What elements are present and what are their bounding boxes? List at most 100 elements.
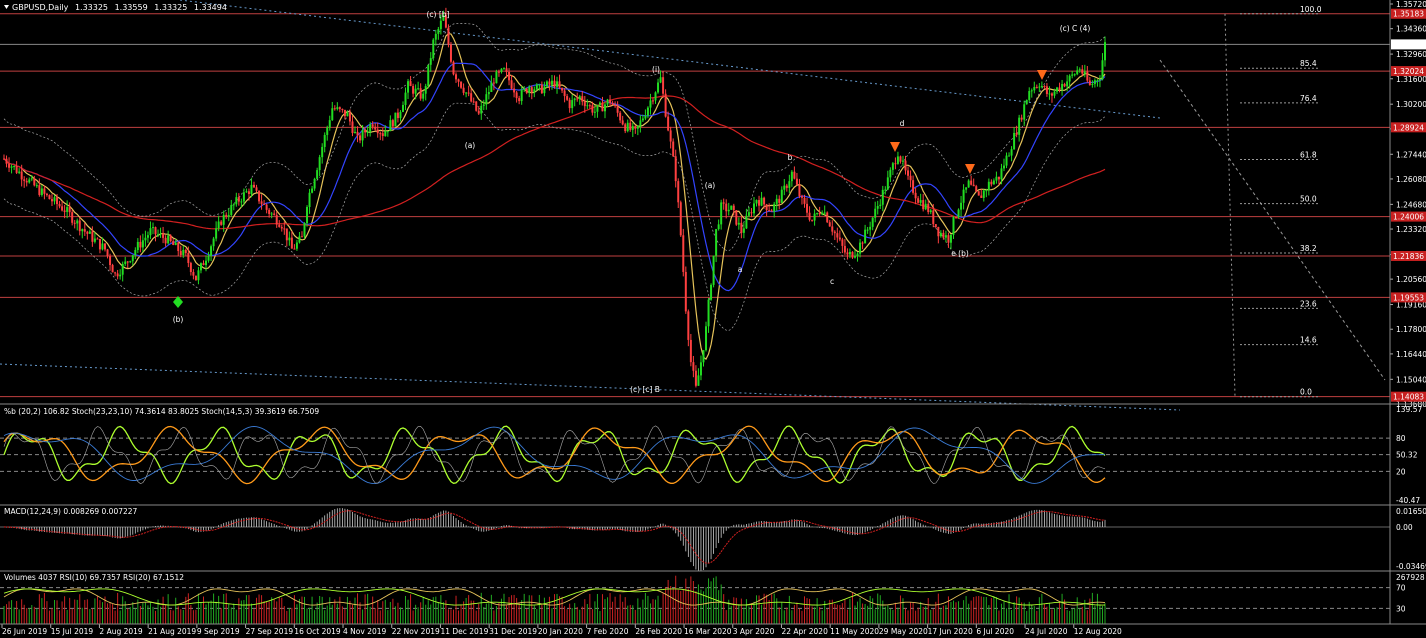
- candle-body: [217, 221, 220, 229]
- candle-body: [222, 214, 225, 225]
- candle-body: [227, 214, 230, 217]
- candle-body: [169, 235, 172, 242]
- candle-body: [639, 120, 642, 126]
- wave-label: d: [900, 119, 905, 128]
- candle-body: [732, 205, 735, 211]
- candle-body: [843, 245, 846, 253]
- candle-body: [939, 232, 942, 237]
- candle-body: [379, 133, 382, 135]
- fib-label: 0.0: [1300, 388, 1312, 397]
- candle-body: [513, 88, 516, 93]
- candle-body: [775, 198, 778, 204]
- candle-body: [646, 107, 649, 116]
- candle-body: [616, 106, 619, 113]
- candle-body: [710, 284, 713, 300]
- candle-body: [800, 196, 803, 198]
- candle-body: [975, 186, 978, 192]
- candle-body: [957, 209, 960, 218]
- candle-body: [1068, 75, 1071, 82]
- candle-body: [250, 184, 253, 194]
- candle-body: [311, 188, 314, 193]
- candle-body: [306, 207, 309, 224]
- candle-body: [5, 158, 8, 164]
- candle-body: [848, 251, 851, 255]
- candle-body: [1043, 85, 1046, 87]
- candle-body: [889, 169, 892, 178]
- time-label: 31 Dec 2019: [489, 627, 537, 636]
- candle-body: [778, 198, 781, 203]
- candle-body: [293, 248, 296, 250]
- macd-title: MACD(12,24,9) 0.008269 0.007227: [4, 507, 138, 516]
- candle-body: [1048, 93, 1051, 95]
- candle-body: [611, 102, 614, 105]
- candle-body: [43, 188, 46, 194]
- candle-body: [909, 175, 912, 181]
- candle-body: [1028, 91, 1031, 100]
- candle-body: [962, 189, 965, 203]
- candle-body: [742, 228, 745, 233]
- candle-body: [1086, 71, 1089, 81]
- candle-body: [707, 299, 710, 327]
- candle-body: [745, 215, 748, 229]
- candle-body: [20, 171, 23, 180]
- candle-body: [836, 233, 839, 238]
- stoch-axis-label: 80: [1396, 434, 1406, 443]
- trading-chart[interactable]: 100.0 85.4 76.4 61.8 50.0 38.2 23.6 14.6 0.0 (c)…: [0, 0, 1426, 638]
- candle-body: [972, 184, 975, 187]
- candle-body: [502, 68, 505, 70]
- candle-body: [318, 157, 321, 171]
- candle-body: [727, 209, 730, 212]
- wave-label: b: [788, 153, 793, 162]
- candle-body: [740, 222, 743, 233]
- candle-body: [634, 126, 637, 129]
- candle-body: [28, 179, 31, 183]
- candle-body: [1050, 93, 1053, 96]
- candle-body: [525, 88, 528, 93]
- candle-body: [1093, 80, 1096, 84]
- time-label: 15 Jul 2019: [51, 627, 94, 636]
- candle-body: [977, 191, 980, 196]
- candle-body: [500, 68, 503, 73]
- candle-body: [598, 102, 601, 105]
- candle-body: [1038, 86, 1041, 88]
- volume-axis-label: 30: [1396, 604, 1406, 613]
- candle-body: [866, 229, 869, 231]
- candle-body: [328, 120, 331, 128]
- candle-body: [98, 238, 101, 250]
- candle-body: [56, 197, 59, 205]
- fib-label: 85.4: [1300, 59, 1317, 68]
- candle-body: [240, 201, 243, 203]
- volume-axis-label: 70: [1396, 584, 1406, 593]
- candle-body: [199, 263, 202, 271]
- candle-body: [758, 200, 761, 206]
- candle-body: [894, 163, 897, 165]
- candle-body: [106, 249, 109, 256]
- time-label: 12 Aug 2020: [1074, 627, 1122, 636]
- candle-body: [722, 202, 725, 204]
- candle-body: [705, 326, 708, 351]
- candle-body: [937, 226, 940, 237]
- candle-body: [1101, 60, 1104, 80]
- symbol-label: GBPUSD,Daily: [12, 3, 69, 12]
- candle-body: [851, 251, 854, 258]
- candle-body: [401, 104, 404, 112]
- candle-body: [313, 178, 316, 189]
- candle-body: [901, 160, 904, 162]
- candle-body: [571, 100, 574, 109]
- candle-body: [326, 127, 329, 135]
- candle-body: [563, 90, 566, 97]
- candle-body: [111, 265, 114, 273]
- candle-body: [672, 141, 675, 157]
- time-label: 2 Aug 2019: [99, 627, 142, 636]
- candle-body: [692, 362, 695, 371]
- candle-body: [949, 234, 952, 243]
- candle-body: [641, 118, 644, 121]
- candle-body: [427, 64, 430, 87]
- candle-body: [381, 133, 384, 137]
- candle-body: [677, 181, 680, 203]
- candle-body: [146, 235, 149, 238]
- candle-body: [114, 272, 117, 274]
- candle-body: [48, 195, 51, 200]
- candle-body: [624, 124, 627, 132]
- candle-body: [667, 116, 670, 131]
